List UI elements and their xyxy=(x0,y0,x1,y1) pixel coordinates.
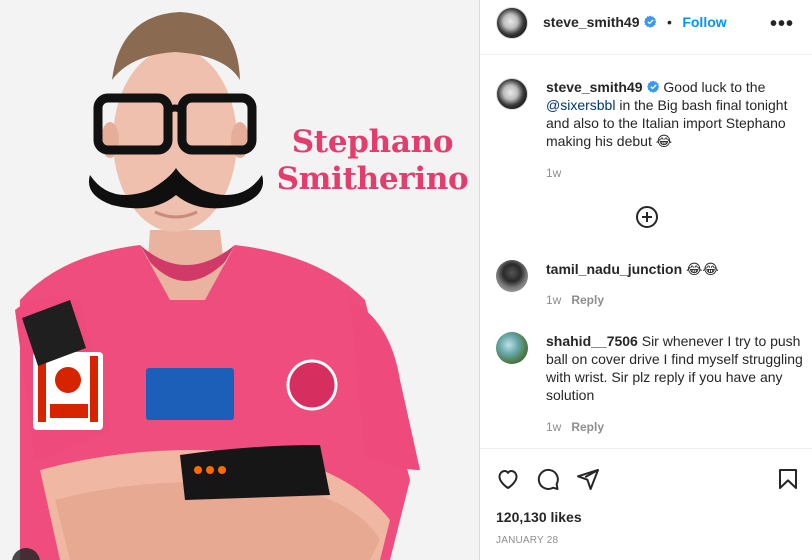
post-sidebar: steve_smith49 • Follow ••• steve_smith49… xyxy=(480,0,812,560)
comment-username[interactable]: shahid__7506 xyxy=(546,333,638,349)
likes-count[interactable]: 120,130 likes xyxy=(496,509,582,525)
post-caption: steve_smith49 Good luck to the @sixersbb… xyxy=(546,78,804,182)
image-overlay-text: Stephano Smitherino xyxy=(270,124,475,198)
more-options-icon[interactable]: ••• xyxy=(770,14,794,34)
post-image[interactable]: Stephano Smitherino xyxy=(0,0,479,560)
comment-icon[interactable] xyxy=(536,467,560,491)
caption-mention-link[interactable]: @sixersbbl xyxy=(546,97,615,113)
comment-text: 😂😂 xyxy=(686,261,719,277)
author-username[interactable]: steve_smith49 xyxy=(543,14,640,30)
player-illustration xyxy=(0,0,479,560)
bookmark-icon[interactable] xyxy=(776,467,800,491)
caption-avatar[interactable] xyxy=(496,78,528,110)
comment-meta: 1w Reply xyxy=(546,291,804,309)
caption-username[interactable]: steve_smith49 xyxy=(546,79,643,95)
heart-icon[interactable] xyxy=(496,467,520,491)
post-actions: 120,130 likes January 28 xyxy=(480,448,812,560)
verified-icon xyxy=(643,15,656,28)
commenter-avatar[interactable] xyxy=(496,260,528,292)
comment-time[interactable]: 1w xyxy=(546,420,561,434)
reply-button[interactable]: Reply xyxy=(571,293,604,307)
comment-item: shahid__7506 Sir whenever I try to push … xyxy=(546,332,804,436)
comment-meta: 1w Reply xyxy=(546,418,804,436)
share-icon[interactable] xyxy=(576,467,600,491)
verified-icon xyxy=(646,80,659,93)
comment-username[interactable]: tamil_nadu_junction xyxy=(546,261,682,277)
comment-time[interactable]: 1w xyxy=(546,293,561,307)
caption-text-before: Good luck to the xyxy=(663,79,766,95)
follow-button[interactable]: Follow xyxy=(682,14,726,30)
post-header: steve_smith49 • Follow ••• xyxy=(480,0,812,55)
commenter-avatar[interactable] xyxy=(496,332,528,364)
overlay-line-2: Smitherino xyxy=(276,161,469,197)
caption-meta: 1w xyxy=(546,164,804,182)
overlay-line-1: Stephano xyxy=(291,124,454,160)
comment-item: tamil_nadu_junction 😂😂 1w Reply xyxy=(546,260,804,309)
load-more-comments-icon[interactable] xyxy=(635,205,659,229)
post-date[interactable]: January 28 xyxy=(496,535,558,546)
author-avatar[interactable] xyxy=(496,7,528,39)
header-separator: • xyxy=(666,14,672,30)
reply-button[interactable]: Reply xyxy=(571,420,604,434)
caption-time[interactable]: 1w xyxy=(546,166,561,180)
author-line: steve_smith49 • Follow xyxy=(543,14,727,32)
